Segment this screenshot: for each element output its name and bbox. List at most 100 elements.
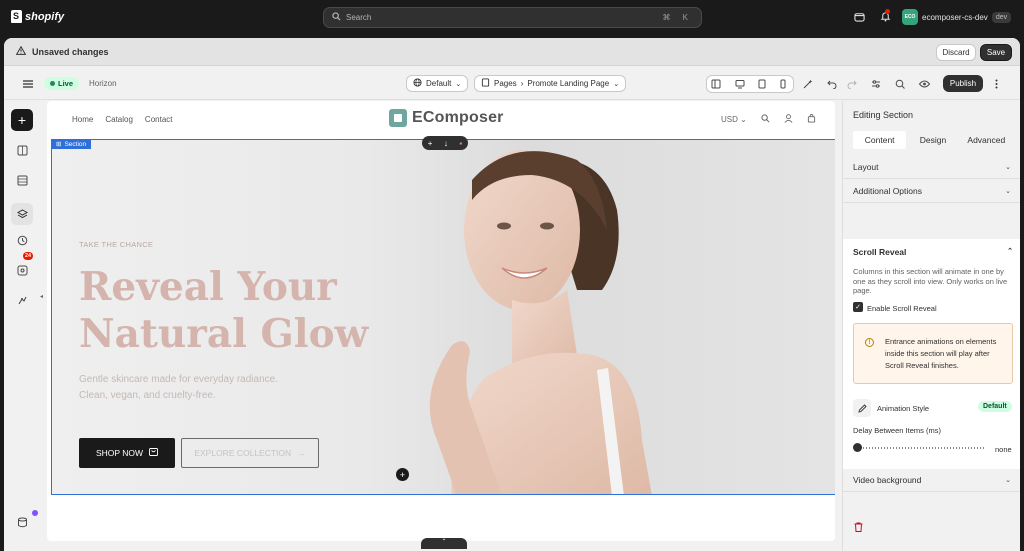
search-icon[interactable] [761,114,770,125]
currency-label: USD [721,115,738,124]
undo-icon[interactable] [824,76,840,92]
mobile-icon[interactable] [775,76,791,92]
nav-contact[interactable]: Contact [145,115,173,124]
sections-icon[interactable] [15,173,29,187]
enable-scroll-reveal-label[interactable]: Enable Scroll Reveal [867,304,937,313]
hero-section[interactable]: TAKE THE CHANCE Reveal Your Natural Glow… [51,139,835,495]
chevron-down-icon: ⌄ [455,80,462,88]
trash-icon[interactable] [854,522,863,534]
collapse-rail-handle[interactable]: ◂ [40,293,44,303]
menu-icon[interactable] [20,76,36,92]
accordion-layout[interactable]: Layout ⌄ [843,155,1020,179]
delay-value: none [995,445,1012,454]
add-section-icon[interactable]: + [428,139,433,148]
unsaved-changes-bar: Unsaved changes [4,38,1020,66]
grid-icon: ⊞ [56,141,62,148]
shopify-logo[interactable]: shopify [11,10,64,23]
publish-button[interactable]: Publish [943,75,983,92]
locale-select[interactable]: Default ⌄ [406,75,469,92]
preview-canvas: Home Catalog Contact EComposer USD ⌄ ⊞ S… [47,101,835,541]
explore-collection-button[interactable]: EXPLORE COLLECTION → [181,438,319,468]
hero-headline: Reveal Your Natural Glow [79,264,368,358]
hero-subtitle-line-1: Gentle skincare made for everyday radian… [79,374,278,385]
accordion-additional-options[interactable]: Additional Options ⌄ [843,179,1020,203]
section-label[interactable]: ⊞ Section [51,139,92,149]
store-nav: Home Catalog Contact [72,115,173,124]
tab-advanced[interactable]: Advanced [960,131,1013,149]
slider-track[interactable] [857,447,985,449]
tab-content[interactable]: Content [853,131,907,149]
slider-thumb[interactable] [853,443,862,452]
account-icon[interactable] [784,114,793,125]
shopify-bag-icon [11,10,22,23]
chevron-down-icon: ⌄ [1005,476,1011,484]
layout-icon[interactable] [708,76,724,92]
nav-home[interactable]: Home [72,115,93,124]
store-header-actions: USD ⌄ [721,114,816,125]
currency-select[interactable]: USD ⌄ [721,115,747,124]
history-icon[interactable] [15,233,29,247]
locale-label: Default [426,79,452,88]
shop-now-button[interactable]: SHOP NOW [79,438,175,468]
accordion-scroll-reveal[interactable]: Scroll Reveal ⌃ [853,247,1013,257]
store-icon[interactable] [853,11,865,23]
store-tag: dev [991,11,1012,23]
global-search[interactable]: Search ⌘ K [323,7,702,28]
animation-style-label: Animation Style [877,404,930,413]
hero-subtitle: Gentle skincare made for everyday radian… [79,372,339,404]
search-icon [332,12,341,23]
preview-eye-icon[interactable] [916,76,932,92]
blocks-icon[interactable] [15,143,29,157]
section-actions: + ↓ ▪ [422,136,468,150]
scroll-reveal-panel: Scroll Reveal ⌃ Columns in this section … [843,239,1020,469]
more-options-icon[interactable] [988,76,1004,92]
shopify-topbar: shopify Search ⌘ K ECO ecomposer-cs-dev … [0,0,1024,35]
editor-window: Unsaved changes Discard Save Live Horizo… [4,38,1020,551]
add-element-button[interactable]: + [11,109,33,131]
animation-style-badge[interactable]: Default [978,401,1012,412]
editor-toolbar: Live Horizon Default ⌄ Pages › Promote L… [4,67,1020,100]
discard-button[interactable]: Discard [936,44,976,61]
globe-icon [413,78,422,89]
scroll-reveal-warning: ! Entrance animations on elements inside… [853,323,1013,384]
inspect-icon[interactable] [892,76,908,92]
left-rail: + 24 [4,101,41,551]
pencil-icon[interactable] [853,399,871,417]
notifications-rail-icon[interactable] [15,263,29,277]
delay-slider[interactable] [853,443,985,453]
delete-section-icon[interactable]: ▪ [459,139,462,148]
add-section-below-button[interactable]: + [396,468,409,481]
search-placeholder: Search [346,13,372,22]
accordion-video-background[interactable]: Video background ⌄ [843,468,1020,492]
hero-headline-line-1: Reveal Your [79,264,337,310]
chevron-down-icon: ⌄ [1005,187,1011,195]
nav-catalog[interactable]: Catalog [105,115,133,124]
settings-panel: Editing Section Content Design Advanced … [842,101,1020,551]
move-down-icon[interactable]: ↓ [444,139,448,148]
store-brand[interactable]: EComposer [389,109,504,127]
accordion-video-label: Video background [853,474,922,485]
accordion-layout-label: Layout [853,161,879,172]
integrations-icon[interactable] [15,293,29,307]
notification-dot [885,9,890,14]
layers-icon[interactable] [11,203,33,225]
cart-icon[interactable] [807,114,816,125]
tablet-icon[interactable] [754,76,770,92]
chevron-up-icon: ⌃ [1007,248,1013,255]
warning-text: Entrance animations on elements inside t… [885,337,997,370]
collapse-bottom-handle[interactable]: ⌃ [421,538,467,549]
database-icon[interactable] [15,515,29,529]
tab-design[interactable]: Design [906,131,959,149]
save-button[interactable]: Save [980,44,1012,61]
redo-icon[interactable] [844,76,860,92]
store-name: ecomposer-cs-dev [922,12,988,22]
explore-label: EXPLORE COLLECTION [194,448,292,458]
store-switcher[interactable]: ECO ecomposer-cs-dev dev [902,9,1012,25]
brand-name: EComposer [412,109,504,126]
desktop-icon[interactable] [732,76,748,92]
sliders-icon[interactable] [868,76,884,92]
page-select[interactable]: Pages › Promote Landing Page ⌄ [474,75,627,92]
magic-wand-icon[interactable] [800,76,816,92]
enable-scroll-reveal-checkbox[interactable]: ✓ [853,302,863,312]
panel-tabs: Content Design Advanced [853,131,1013,149]
